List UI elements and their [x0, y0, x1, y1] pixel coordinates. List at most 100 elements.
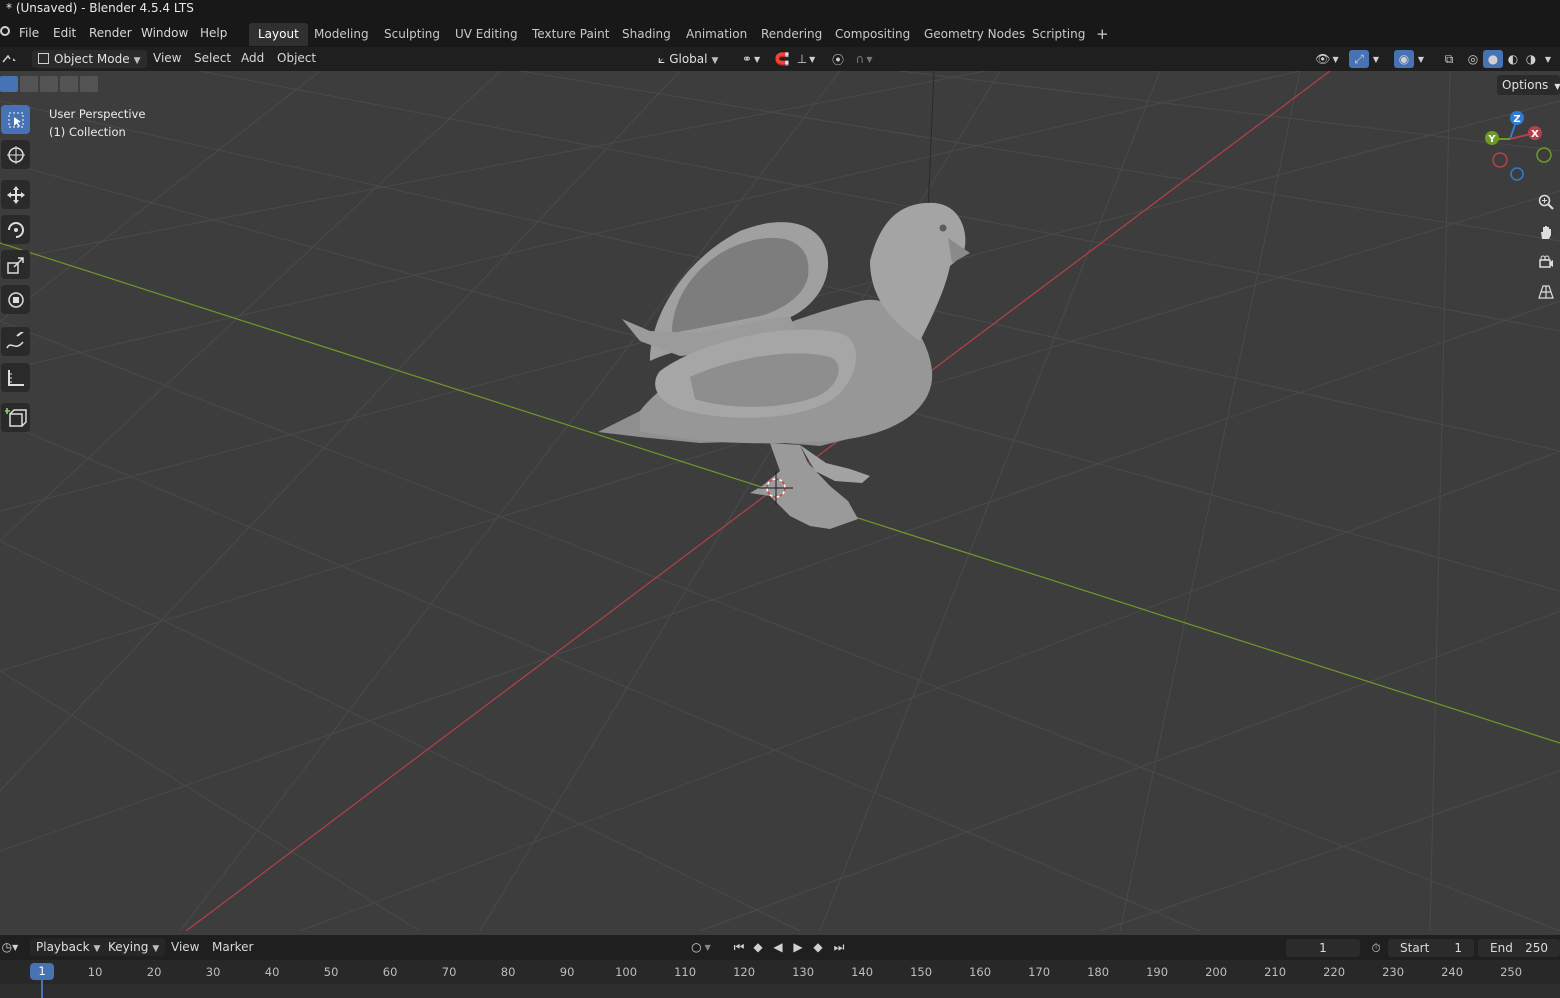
- chevron-down-icon[interactable]: ▼: [1414, 50, 1428, 68]
- pivot-point-icon[interactable]: ⚭ ▼: [736, 50, 766, 68]
- select-invert-icon[interactable]: [60, 76, 78, 92]
- timeline-track: [0, 984, 1560, 998]
- gizmo-neg-x-handle[interactable]: [1492, 152, 1508, 168]
- select-extend-icon[interactable]: [20, 76, 38, 92]
- mode-dropdown[interactable]: Object Mode ▼: [32, 50, 147, 68]
- timeline-menu-marker[interactable]: Marker: [212, 940, 253, 954]
- playhead-frame-label: 1: [30, 963, 54, 980]
- tab-rendering[interactable]: Rendering: [753, 25, 830, 43]
- chevron-down-icon: ▼: [93, 944, 101, 954]
- timeline-area[interactable]: 10 20 30 40 50 60 70 80 90 100 110 120 130 140 150 160 1…: [0, 960, 1560, 998]
- timeline-menu-view[interactable]: View: [171, 940, 199, 954]
- annotate-icon[interactable]: [1, 327, 30, 356]
- menu-view[interactable]: View: [153, 51, 181, 65]
- tab-sculpting[interactable]: Sculpting: [376, 25, 448, 43]
- menu-window[interactable]: Window: [141, 26, 188, 40]
- menu-render[interactable]: Render: [89, 26, 132, 40]
- falloff-icon[interactable]: ∩ ▼: [850, 50, 878, 68]
- visibility-icon[interactable]: 👁 ▼: [1312, 50, 1342, 68]
- select-new-icon[interactable]: [0, 76, 18, 92]
- rendered-shading-icon[interactable]: ◑: [1521, 50, 1541, 68]
- jump-to-start-icon[interactable]: ⏮: [729, 938, 749, 956]
- gizmo-neg-z-handle[interactable]: [1510, 167, 1524, 181]
- camera-view-icon[interactable]: [1536, 251, 1556, 273]
- options-dropdown[interactable]: Options ▼: [1497, 75, 1560, 95]
- pigeon-model[interactable]: [598, 202, 970, 529]
- select-subtract-icon[interactable]: [40, 76, 58, 92]
- perspective-toggle-icon[interactable]: [1536, 281, 1556, 303]
- select-intersect-icon[interactable]: [80, 76, 98, 92]
- jump-to-prev-keyframe-icon[interactable]: ◆: [748, 938, 768, 956]
- overlays-toggle-icon[interactable]: ◉: [1394, 50, 1414, 68]
- tab-shading[interactable]: Shading: [614, 25, 679, 43]
- select-box-icon[interactable]: [1, 105, 30, 134]
- tab-uv-editing[interactable]: UV Editing: [447, 25, 526, 43]
- tab-layout[interactable]: Layout: [249, 23, 308, 46]
- menu-select[interactable]: Select: [194, 51, 231, 65]
- orientation-label: Global: [669, 52, 708, 66]
- transform-icon[interactable]: [1, 285, 30, 314]
- cursor-icon[interactable]: [1, 140, 30, 169]
- gizmo-toggle-icon[interactable]: ⤢: [1349, 50, 1369, 68]
- end-frame-field[interactable]: End 250: [1478, 939, 1560, 957]
- x-axis-line: [185, 71, 1331, 931]
- material-shading-icon[interactable]: ◐: [1503, 50, 1523, 68]
- menu-file[interactable]: File: [19, 26, 39, 40]
- rotate-icon[interactable]: [1, 215, 30, 244]
- pan-hand-icon[interactable]: [1536, 221, 1556, 243]
- timeline-tick-label: 10: [87, 965, 103, 979]
- timeline-tick-label: 160: [969, 965, 992, 979]
- wireframe-shading-icon[interactable]: ◎: [1463, 50, 1483, 68]
- transform-orientation-dropdown[interactable]: ⟀ Global ▼: [652, 50, 724, 68]
- editor-type-icon[interactable]: [0, 50, 20, 68]
- menu-help[interactable]: Help: [200, 26, 227, 40]
- scale-icon[interactable]: [1, 250, 30, 279]
- play-icon[interactable]: ▶: [788, 938, 808, 956]
- tab-texture-paint[interactable]: Texture Paint: [524, 25, 617, 43]
- timeline-tick-label: 40: [264, 965, 280, 979]
- jump-to-next-keyframe-icon[interactable]: ◆: [808, 938, 828, 956]
- menu-object[interactable]: Object: [277, 51, 316, 65]
- snap-target-icon[interactable]: ⊥ ▼: [792, 50, 820, 68]
- tab-compositing[interactable]: Compositing: [827, 25, 918, 43]
- timeline-tick-label: 140: [851, 965, 874, 979]
- move-icon[interactable]: [1, 180, 30, 209]
- gizmo-y-label: Y: [1487, 134, 1496, 145]
- solid-shading-icon[interactable]: ●: [1483, 50, 1503, 68]
- xray-toggle-icon[interactable]: ⧉: [1439, 50, 1459, 68]
- measure-icon[interactable]: [1, 363, 30, 392]
- proportional-edit-icon[interactable]: ⦿: [828, 50, 848, 68]
- tab-modeling[interactable]: Modeling: [306, 25, 377, 43]
- jump-to-end-icon[interactable]: ⏭: [829, 938, 849, 956]
- zoom-icon[interactable]: [1536, 191, 1556, 213]
- chevron-down-icon: ▼: [711, 56, 719, 66]
- window-title: * (Unsaved) - Blender 4.5.4 LTS: [6, 1, 194, 15]
- timeline-tick-label: 70: [441, 965, 457, 979]
- start-label: Start: [1400, 941, 1430, 955]
- timeline-tick-label: 220: [1323, 965, 1346, 979]
- blender-logo-icon[interactable]: [0, 26, 10, 36]
- menu-edit[interactable]: Edit: [53, 26, 76, 40]
- chevron-down-icon[interactable]: ▼: [1369, 50, 1383, 68]
- start-frame-field[interactable]: Start 1: [1388, 939, 1474, 957]
- tab-animation[interactable]: Animation: [678, 25, 755, 43]
- play-reverse-icon[interactable]: ◀: [768, 938, 788, 956]
- 3d-viewport[interactable]: User Perspective (1) Collection Z X Y: [0, 71, 1560, 931]
- add-cube-icon[interactable]: [1, 403, 30, 432]
- tab-scripting[interactable]: Scripting: [1024, 25, 1093, 43]
- tab-geometry-nodes[interactable]: Geometry Nodes: [916, 25, 1033, 43]
- gizmo-neg-y-handle[interactable]: [1536, 147, 1552, 163]
- menu-add[interactable]: Add: [241, 51, 264, 65]
- keying-dropdown[interactable]: Keying ▼: [102, 938, 166, 956]
- auto-keying-icon[interactable]: ○ ▼: [683, 938, 719, 956]
- timeline-editor-type-icon[interactable]: ◷ ▼: [0, 938, 20, 956]
- chevron-down-icon: ▼: [133, 56, 141, 66]
- keying-label: Keying: [108, 940, 149, 954]
- snap-icon[interactable]: 🧲: [772, 50, 792, 68]
- chevron-down-icon[interactable]: ▼: [1541, 50, 1555, 68]
- playback-dropdown[interactable]: Playback ▼: [30, 938, 107, 956]
- current-frame-field[interactable]: 1: [1286, 939, 1360, 957]
- stopwatch-icon[interactable]: ⏱: [1366, 939, 1386, 957]
- plus-icon[interactable]: +: [1088, 23, 1117, 45]
- navigation-gizmo[interactable]: Z X Y: [1480, 109, 1560, 185]
